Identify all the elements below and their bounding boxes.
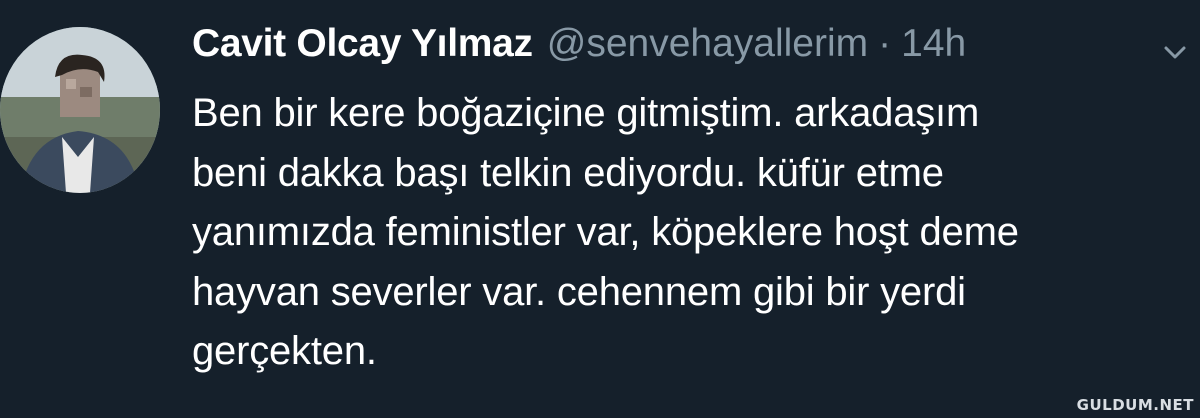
tweet-text-line: yanımızda feministler var, köpeklere hoş…: [192, 210, 1019, 254]
separator-dot: ·: [878, 22, 892, 65]
avatar-photo: [0, 27, 160, 193]
tweet-text-line: gerçekten.: [192, 329, 377, 373]
timestamp[interactable]: 14h: [901, 22, 966, 66]
display-name[interactable]: Cavit Olcay Yılmaz: [192, 22, 533, 66]
tweet-header: Cavit Olcay Yılmaz @senvehayallerim · 14…: [192, 22, 1192, 78]
avatar[interactable]: [0, 27, 160, 193]
chevron-down-icon[interactable]: [1160, 40, 1190, 64]
tweet-content: Cavit Olcay Yılmaz @senvehayallerim · 14…: [192, 22, 1192, 382]
tweet-text: Ben bir kere boğaziçine gitmiştim. arkad…: [192, 84, 1192, 382]
tweet-text-line: Ben bir kere boğaziçine gitmiştim. arkad…: [192, 91, 980, 135]
tweet-text-line: beni dakka başı telkin ediyordu. küfür e…: [192, 150, 944, 195]
watermark: GULDUM.NET: [1076, 396, 1194, 414]
tweet-text-line: hayvan severler var. cehennem gibi bir y…: [192, 269, 966, 314]
user-handle[interactable]: @senvehayallerim: [547, 22, 868, 66]
tweet-card: Cavit Olcay Yılmaz @senvehayallerim · 14…: [0, 0, 1200, 418]
